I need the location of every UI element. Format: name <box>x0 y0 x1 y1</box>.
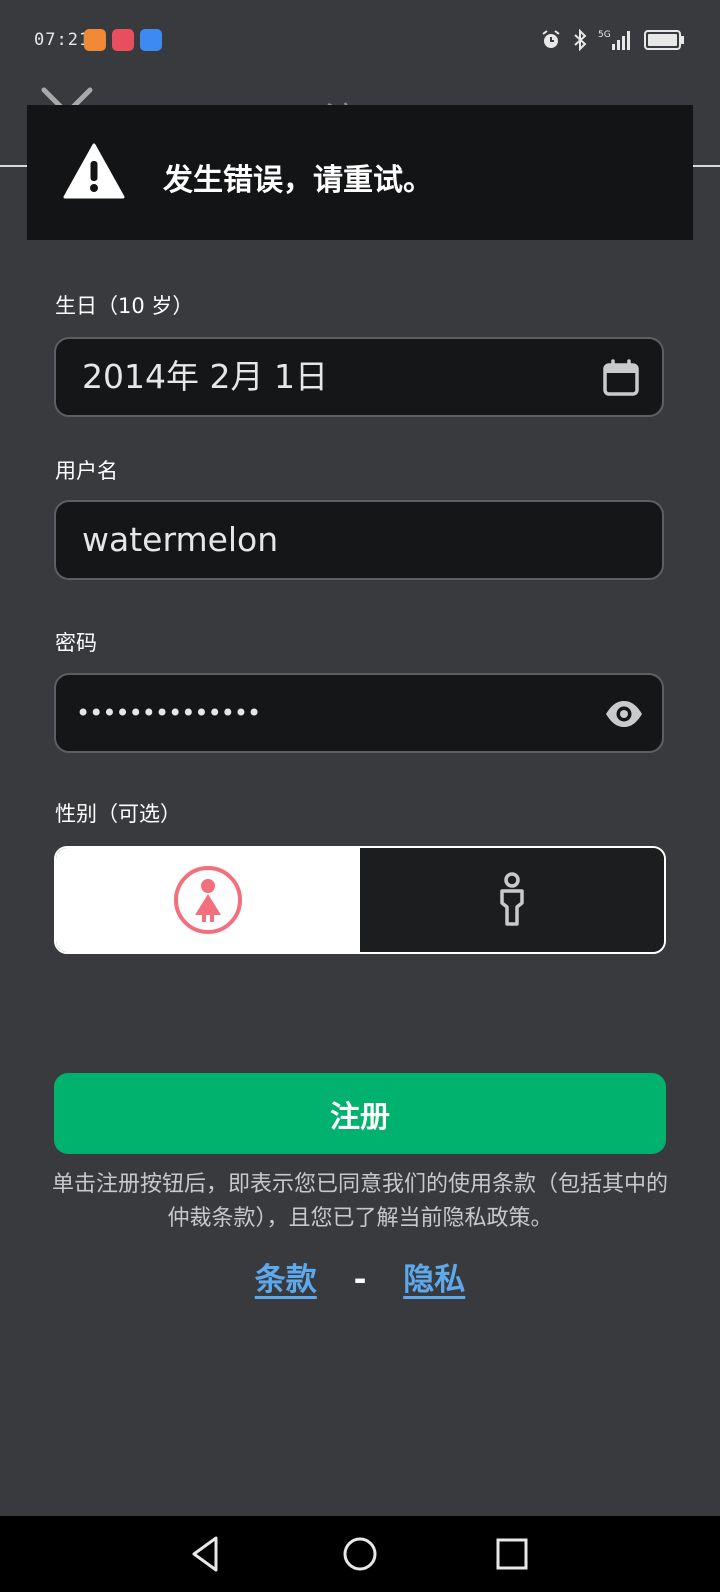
home-icon[interactable] <box>338 1532 382 1576</box>
gender-female-option[interactable] <box>56 848 360 952</box>
battery-icon <box>644 30 684 50</box>
status-icons: 5G <box>540 26 686 54</box>
register-button[interactable]: 注册 <box>54 1073 666 1154</box>
username-value: watermelon <box>82 520 279 559</box>
password-label: 密码 <box>55 631 97 655</box>
signal-icon: 5G <box>598 30 630 50</box>
privacy-link[interactable]: 隐私 <box>403 1262 465 1298</box>
error-message: 发生错误，请重试。 <box>163 163 433 198</box>
birthday-label: 生日（10 岁） <box>55 294 194 318</box>
gender-toggle <box>54 846 666 954</box>
gender-male-option[interactable] <box>360 848 664 952</box>
recents-icon[interactable] <box>490 1532 534 1576</box>
bluetooth-icon <box>574 28 587 52</box>
legal-links: 条款 - 隐私 <box>0 1254 720 1299</box>
status-time: 07:21 <box>34 30 91 50</box>
terms-note: 单击注册按钮后，即表示您已同意我们的使用条款（包括其中的仲裁条款），且您已了解当… <box>51 1172 668 1231</box>
alarm-icon <box>542 30 560 48</box>
birthday-value: 2014年 2月 1日 <box>82 357 328 396</box>
password-value: •••••••••••••• <box>76 699 261 727</box>
birthday-field[interactable]: 2014年 2月 1日 <box>54 337 664 417</box>
calendar-icon <box>603 359 639 396</box>
book-app-icon <box>112 29 134 51</box>
links-separator: - <box>353 1262 367 1298</box>
back-icon[interactable] <box>184 1532 228 1576</box>
video-app-icon <box>84 29 106 51</box>
status-bar: 07:21 5G <box>0 0 720 80</box>
error-banner: 发生错误，请重试。 <box>27 105 693 240</box>
eye-icon[interactable] <box>604 697 644 731</box>
navigation-bar <box>0 1516 720 1592</box>
svg-text:5G: 5G <box>598 30 611 40</box>
cloud-app-icon <box>140 29 162 51</box>
username-label: 用户名 <box>55 459 118 483</box>
password-field[interactable]: •••••••••••••• <box>54 673 664 753</box>
male-icon <box>500 872 524 926</box>
username-field[interactable]: watermelon <box>54 500 664 580</box>
warning-icon <box>63 143 125 199</box>
terms-link[interactable]: 条款 <box>255 1262 317 1298</box>
gender-label: 性别（可选） <box>55 802 181 826</box>
female-icon <box>174 866 242 934</box>
